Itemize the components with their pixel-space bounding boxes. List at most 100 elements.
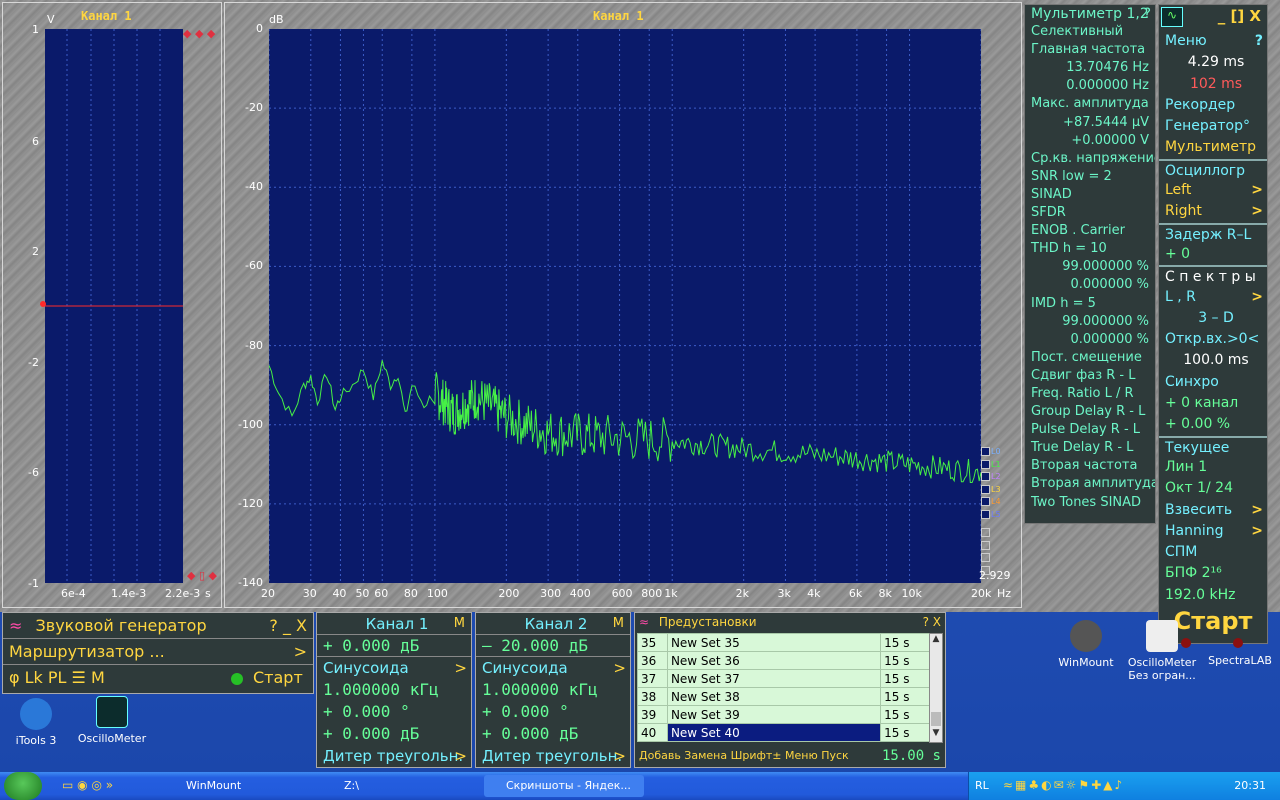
multimeter-row[interactable]: Макс. амплитуда [1025,95,1155,113]
control-panel-item[interactable]: БПФ 2¹⁶ [1159,563,1267,584]
control-panel-item[interactable]: Генератор° [1159,116,1267,137]
preset-row[interactable]: 37 New Set 37 15 s [637,669,931,688]
multimeter-row[interactable]: ENOB . Carrier [1025,222,1155,240]
presets-scrollbar[interactable]: ▲ ▼ [929,633,943,743]
legend-item[interactable]: L2 [981,472,1001,485]
control-panel-item[interactable]: СПМ [1159,542,1267,563]
channel1-offset[interactable]: + 0.000 дБ [317,723,471,745]
channel2-m[interactable]: M [613,613,624,635]
generator-controls[interactable]: ? _ X [269,613,307,639]
multimeter-row[interactable]: 13.70476 Hz [1025,59,1155,77]
channel1-phase[interactable]: + 0.000 ° [317,701,471,723]
multimeter-row[interactable]: Group Delay R - L [1025,403,1155,421]
channel2-phase[interactable]: + 0.000 ° [476,701,630,723]
multimeter-row[interactable]: Пост. смещение [1025,349,1155,367]
window-controls[interactable]: _ [] X [1218,7,1261,25]
multimeter-row[interactable]: Главная частота [1025,41,1155,59]
control-panel-item[interactable]: + 0 канал [1159,393,1267,414]
control-panel-item[interactable]: 100.0 ms [1159,350,1267,371]
control-panel-item[interactable]: Взвесить > [1159,500,1267,521]
generator-mode-row[interactable]: φ Lk PL ☰ M Старт [3,665,313,691]
legend-item[interactable]: L5 [981,509,1001,523]
channel2-wave-select[interactable]: Синусоида > [476,657,630,679]
legend-item[interactable]: L1 [981,459,1001,473]
clock[interactable]: 20:31 [1234,779,1266,792]
multimeter-row[interactable]: Вторая частота [1025,457,1155,475]
lang-indicator[interactable]: RL [975,779,989,792]
tray-icons[interactable]: ≈▦♣◐✉☼⚑✚▲♪ [1003,778,1124,792]
preset-row[interactable]: 40 New Set 40 15 s [637,723,931,742]
legend-item[interactable]: L4 [981,497,1001,510]
multimeter-row[interactable]: SNR low = 2 [1025,168,1155,186]
multimeter-row[interactable]: Сдвиг фаз R - L [1025,367,1155,385]
preset-row[interactable]: 39 New Set 39 15 s [637,705,931,724]
presets-controls[interactable]: ? X [923,613,941,631]
control-panel-item[interactable]: Меню? [1159,31,1267,52]
desktop-icon-oscillometer[interactable]: OscilloMeter [72,696,152,745]
control-panel-item[interactable]: Окт 1/ 24 [1159,478,1267,499]
control-panel-item[interactable]: Текущее [1159,435,1267,457]
router-button[interactable]: Маршрутизатор ... > [3,639,313,665]
legend-swatch-empty[interactable] [981,535,995,550]
channel2-level[interactable]: – 20.000 дБ [476,635,630,657]
multimeter-row[interactable]: Ср.кв. напряжение [1025,150,1155,168]
channel2-freq[interactable]: 1.000000 кГц [476,679,630,701]
channel1-header[interactable]: Канал 1 M [317,613,471,635]
taskbar-item-winmount[interactable]: WinMount [164,775,314,797]
control-panel-item[interactable]: 102 ms [1159,74,1267,95]
preset-row[interactable]: 35 New Set 35 15 s [637,633,931,652]
spectrum-plot[interactable] [268,29,982,583]
control-panel-item[interactable]: Мультиметр [1159,137,1267,158]
control-panel-item[interactable]: Осциллогр [1159,158,1267,180]
desktop-icon-winmount[interactable]: WinMount [1046,620,1126,669]
control-panel-item[interactable]: 4.29 ms [1159,52,1267,73]
control-panel-item[interactable]: L , R > [1159,287,1267,308]
channel1-m[interactable]: M [454,613,465,635]
taskbar-item-explorer[interactable]: Скриншоты - Яндек... [484,775,644,797]
control-panel-item[interactable]: Синхро [1159,372,1267,393]
channel2-header[interactable]: Канал 2 M [476,613,630,635]
control-panel-item[interactable]: Лин 1 [1159,457,1267,478]
channel2-dither-select[interactable]: Дитер треугольн. > [476,745,630,767]
multimeter-row[interactable]: 99.000000 % [1025,313,1155,331]
presets-header[interactable]: ≈ Предустановки ? X [635,613,945,631]
multimeter-row[interactable]: THD h = 10 [1025,240,1155,258]
control-panel-item[interactable]: Left > [1159,180,1267,201]
multimeter-row[interactable]: IMD h = 5 [1025,295,1155,313]
channel1-dither-select[interactable]: Дитер треугольн. > [317,745,471,767]
legend-swatch-empty[interactable] [981,547,995,562]
multimeter-row[interactable]: +87.5444 µV [1025,114,1155,132]
desktop-icon-spectralab[interactable]: SpectraLAB [1200,654,1280,667]
multimeter-row[interactable]: +0.00000 V [1025,132,1155,150]
generator-mode[interactable]: φ Lk PL ☰ M [9,668,105,687]
presets-footer-actions[interactable]: Добавь Замена Шрифт± Меню Пуск [639,749,849,762]
control-panel-item[interactable]: 3 – D [1159,308,1267,329]
control-panel-item[interactable]: Рекордер [1159,95,1267,116]
taskbar-item-drive[interactable]: Z:\ [322,775,472,797]
multimeter-row[interactable]: 99.000000 % [1025,258,1155,276]
multimeter-row[interactable]: SFDR [1025,204,1155,222]
scroll-thumb[interactable] [931,712,941,726]
channel2-offset[interactable]: + 0.000 дБ [476,723,630,745]
presets-footer[interactable]: Добавь Замена Шрифт± Меню Пуск 15.00 s [639,747,943,765]
app-icon[interactable]: ∿ [1161,7,1183,27]
legend-item[interactable]: L3 [981,484,1001,498]
control-panel-item[interactable]: Откр.вх.>0< [1159,329,1267,350]
multimeter-row[interactable]: True Delay R - L [1025,439,1155,457]
multimeter-row[interactable]: 0.000000 % [1025,331,1155,349]
channel1-wave-select[interactable]: Синусоида > [317,657,471,679]
scroll-down-icon[interactable]: ▼ [930,728,942,742]
multimeter-row[interactable]: 0.000000 Hz [1025,77,1155,95]
preset-row[interactable]: 36 New Set 36 15 s [637,651,931,670]
multimeter-row[interactable]: Freq. Ratio L / R [1025,385,1155,403]
scroll-up-icon[interactable]: ▲ [930,634,942,648]
legend-swatch-empty[interactable] [981,522,995,537]
multimeter-row[interactable]: Pulse Delay R - L [1025,421,1155,439]
control-panel-item[interactable]: Hanning > [1159,521,1267,542]
desktop-icon-itools[interactable]: iTools 3 [0,698,76,747]
help-icon[interactable]: ? [1255,31,1263,52]
presets-footer-value[interactable]: 15.00 s [882,747,941,765]
control-panel-item[interactable]: + 0.00 % [1159,414,1267,435]
multimeter-row[interactable]: SINAD [1025,186,1155,204]
preset-row[interactable]: 38 New Set 38 15 s [637,687,931,706]
